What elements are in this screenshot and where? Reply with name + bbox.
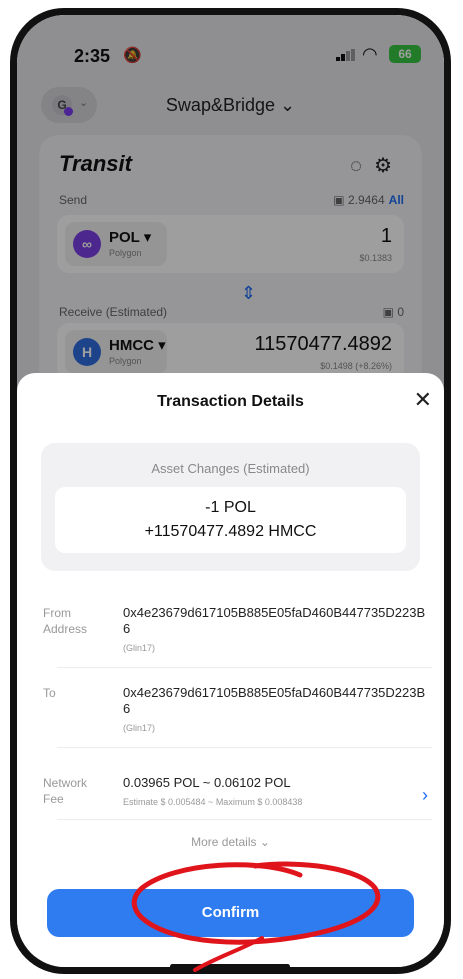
divider: [57, 667, 432, 668]
chevron-right-icon[interactable]: ›: [422, 785, 428, 806]
asset-out: -1 POL: [205, 499, 256, 516]
sheet-title: Transaction Details: [157, 393, 304, 410]
to-address: 0x4e23679d617105B885E05faD460B447735D223…: [123, 685, 426, 716]
divider: [57, 819, 432, 820]
from-name: (Glin17): [123, 643, 156, 653]
confirm-button[interactable]: Confirm: [47, 889, 414, 937]
to-name: (Glin17): [123, 723, 156, 733]
divider: [57, 747, 432, 748]
fee-label: Network Fee: [43, 776, 88, 806]
fee-value: 0.03965 POL ~ 0.06102 POL: [123, 775, 291, 790]
phone-frame: 2:35 🔕 ◠ 66 G ⌄ Swap&Bridge ⌄ Transit ◌⚙…: [10, 8, 451, 974]
more-details-toggle[interactable]: More details ⌄: [17, 835, 444, 849]
to-label: To: [43, 686, 56, 700]
screen: 2:35 🔕 ◠ 66 G ⌄ Swap&Bridge ⌄ Transit ◌⚙…: [17, 15, 444, 967]
asset-changes-card: Asset Changes (Estimated) -1 POL +115704…: [41, 443, 420, 571]
transaction-details-sheet: Transaction Details ✕ Asset Changes (Est…: [17, 373, 444, 967]
close-icon[interactable]: ✕: [414, 389, 432, 411]
home-indicator: [170, 964, 290, 967]
asset-changes-box: -1 POL +11570477.4892 HMCC: [55, 487, 406, 553]
from-label: From Address: [43, 606, 88, 636]
asset-in: +11570477.4892 HMCC: [144, 523, 317, 540]
asset-changes-label: Asset Changes (Estimated): [151, 461, 310, 476]
from-address: 0x4e23679d617105B885E05faD460B447735D223…: [123, 605, 426, 636]
fee-estimate: Estimate $ 0.005484 ~ Maximum $ 0.008438: [123, 797, 303, 807]
